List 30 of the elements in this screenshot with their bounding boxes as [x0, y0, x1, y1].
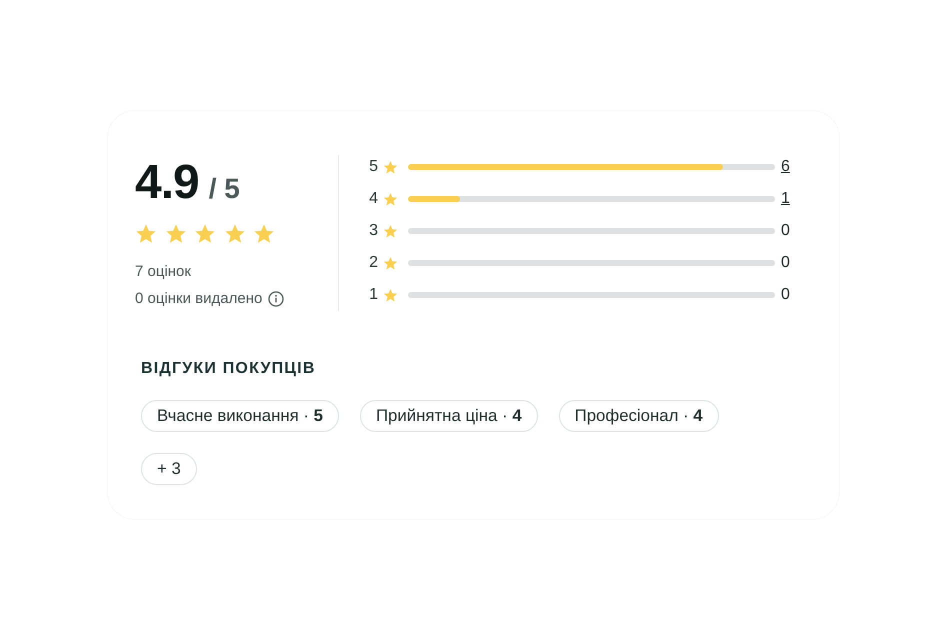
- rating-count: 0: [781, 222, 791, 240]
- star-icon: [224, 223, 246, 245]
- review-tag-chip[interactable]: + 3: [141, 453, 197, 485]
- review-tag-chip[interactable]: Вчасне виконання · 5: [141, 400, 339, 432]
- average-score: 4.9: [135, 159, 199, 207]
- rating-count-link[interactable]: 1: [781, 190, 791, 208]
- info-icon[interactable]: [268, 291, 284, 307]
- ratings-count: 7 оцінок: [135, 263, 191, 281]
- section-heading: ВІДГУКИ ПОКУПЦІВ: [141, 359, 316, 379]
- review-tag-chip[interactable]: Професіонал · 4: [558, 400, 719, 432]
- star-icon: [383, 192, 398, 206]
- star-icon: [383, 256, 398, 270]
- star-level-label: 1: [368, 286, 378, 304]
- star-level-label: 5: [368, 158, 378, 176]
- score-scale: / 5: [208, 175, 240, 203]
- star-icon: [135, 223, 157, 245]
- rating-count: 0: [781, 286, 791, 304]
- star-level-label: 3: [368, 222, 378, 240]
- removed-ratings-note: 0 оцінки видалено: [135, 290, 262, 308]
- star-level-label: 2: [368, 254, 378, 272]
- star-icon: [164, 223, 186, 245]
- star-icon: [253, 223, 275, 245]
- star-icon: [383, 288, 398, 302]
- star-icon: [383, 224, 398, 238]
- star-level-label: 4: [368, 190, 378, 208]
- star-icon: [194, 223, 216, 245]
- rating-count: 0: [781, 254, 791, 272]
- star-icon: [383, 160, 398, 174]
- review-tag-chip[interactable]: Прийнятна ціна · 4: [360, 400, 538, 432]
- rating-count-link[interactable]: 6: [781, 158, 791, 176]
